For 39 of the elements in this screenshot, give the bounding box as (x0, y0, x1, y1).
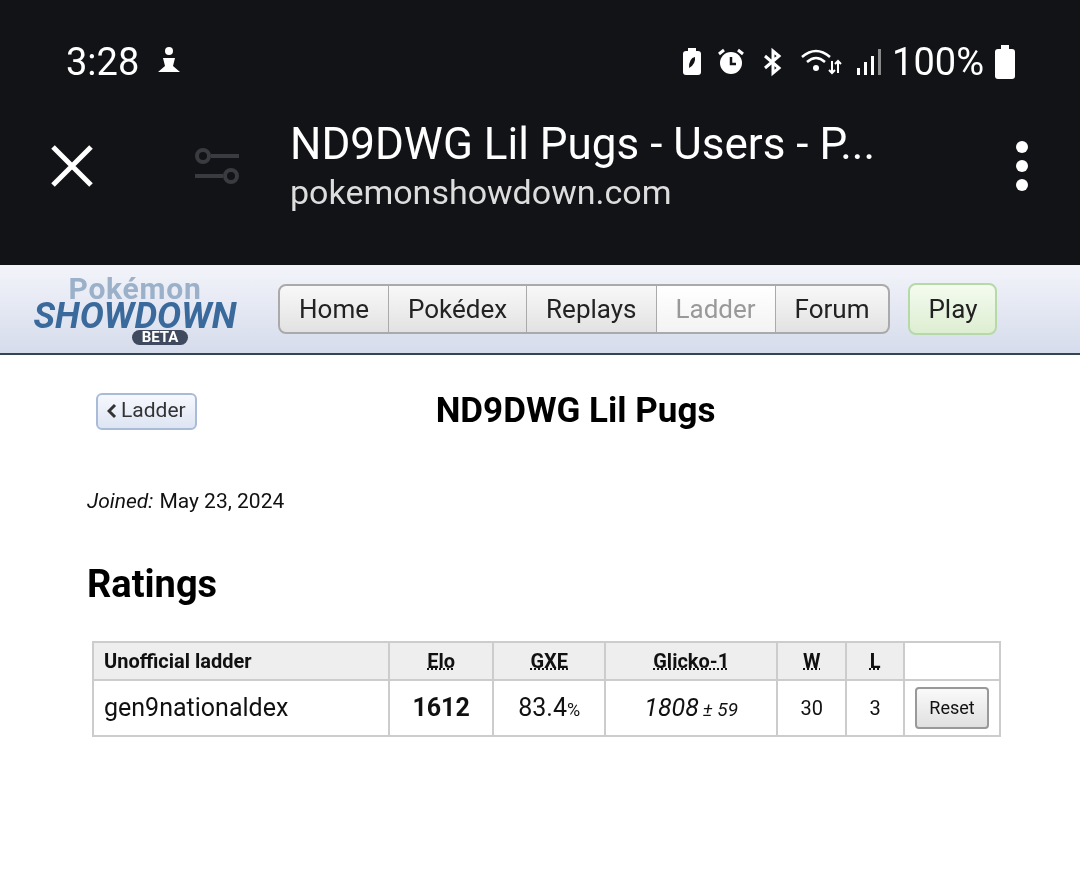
battery-percent: 100% (892, 38, 984, 86)
nav-tab[interactable]: Forum (775, 284, 891, 334)
glicko-value: 1808 (644, 692, 699, 722)
column-header: Unofficial ladder (104, 648, 252, 673)
sliders-icon[interactable] (194, 148, 240, 184)
nav-tab[interactable]: Replays (527, 284, 657, 334)
percent-sign: % (567, 698, 581, 720)
wifi-icon (800, 47, 843, 77)
back-button[interactable]: Ladder (96, 392, 197, 430)
page-url: pokemonshowdown.com (290, 171, 673, 214)
gxe-value: 83.4 (518, 692, 567, 722)
wins-value: 30 (800, 695, 823, 720)
signal-icon (856, 48, 883, 76)
nav-tab[interactable]: Home (278, 284, 389, 334)
joined-label: Joined: (87, 488, 154, 515)
alarm-icon (716, 47, 747, 77)
close-icon[interactable] (50, 144, 94, 188)
play-button[interactable]: Play (908, 283, 998, 335)
column-header: W (803, 648, 821, 673)
losses-value: 3 (869, 695, 881, 720)
chevron-left-icon (107, 403, 117, 419)
status-time: 3:28 (66, 38, 140, 86)
column-header: L (869, 648, 881, 673)
user-name: ND9DWG Lil Pugs (435, 388, 716, 433)
joined-date: May 23, 2024 (159, 488, 285, 515)
reset-button[interactable]: Reset (915, 686, 989, 729)
column-header: Glicko-1 (653, 648, 730, 673)
more-icon[interactable] (1014, 140, 1030, 192)
column-header: GXE (530, 648, 568, 673)
column-header: Elo (427, 648, 455, 673)
ratings-heading: Ratings (87, 560, 219, 608)
battery-icon (994, 45, 1016, 79)
site-logo[interactable]: Pokémon SHOWDOWN BETA (4, 273, 266, 345)
ladder-name: gen9nationaldex (104, 692, 289, 722)
glicko-deviation: ± 59 (702, 697, 739, 721)
battery-saver-icon (682, 48, 703, 76)
elo-value: 1612 (412, 692, 470, 722)
nav-tab[interactable]: Pokédex (388, 284, 528, 334)
page-title: ND9DWG Lil Pugs - Users - P... (290, 118, 876, 170)
